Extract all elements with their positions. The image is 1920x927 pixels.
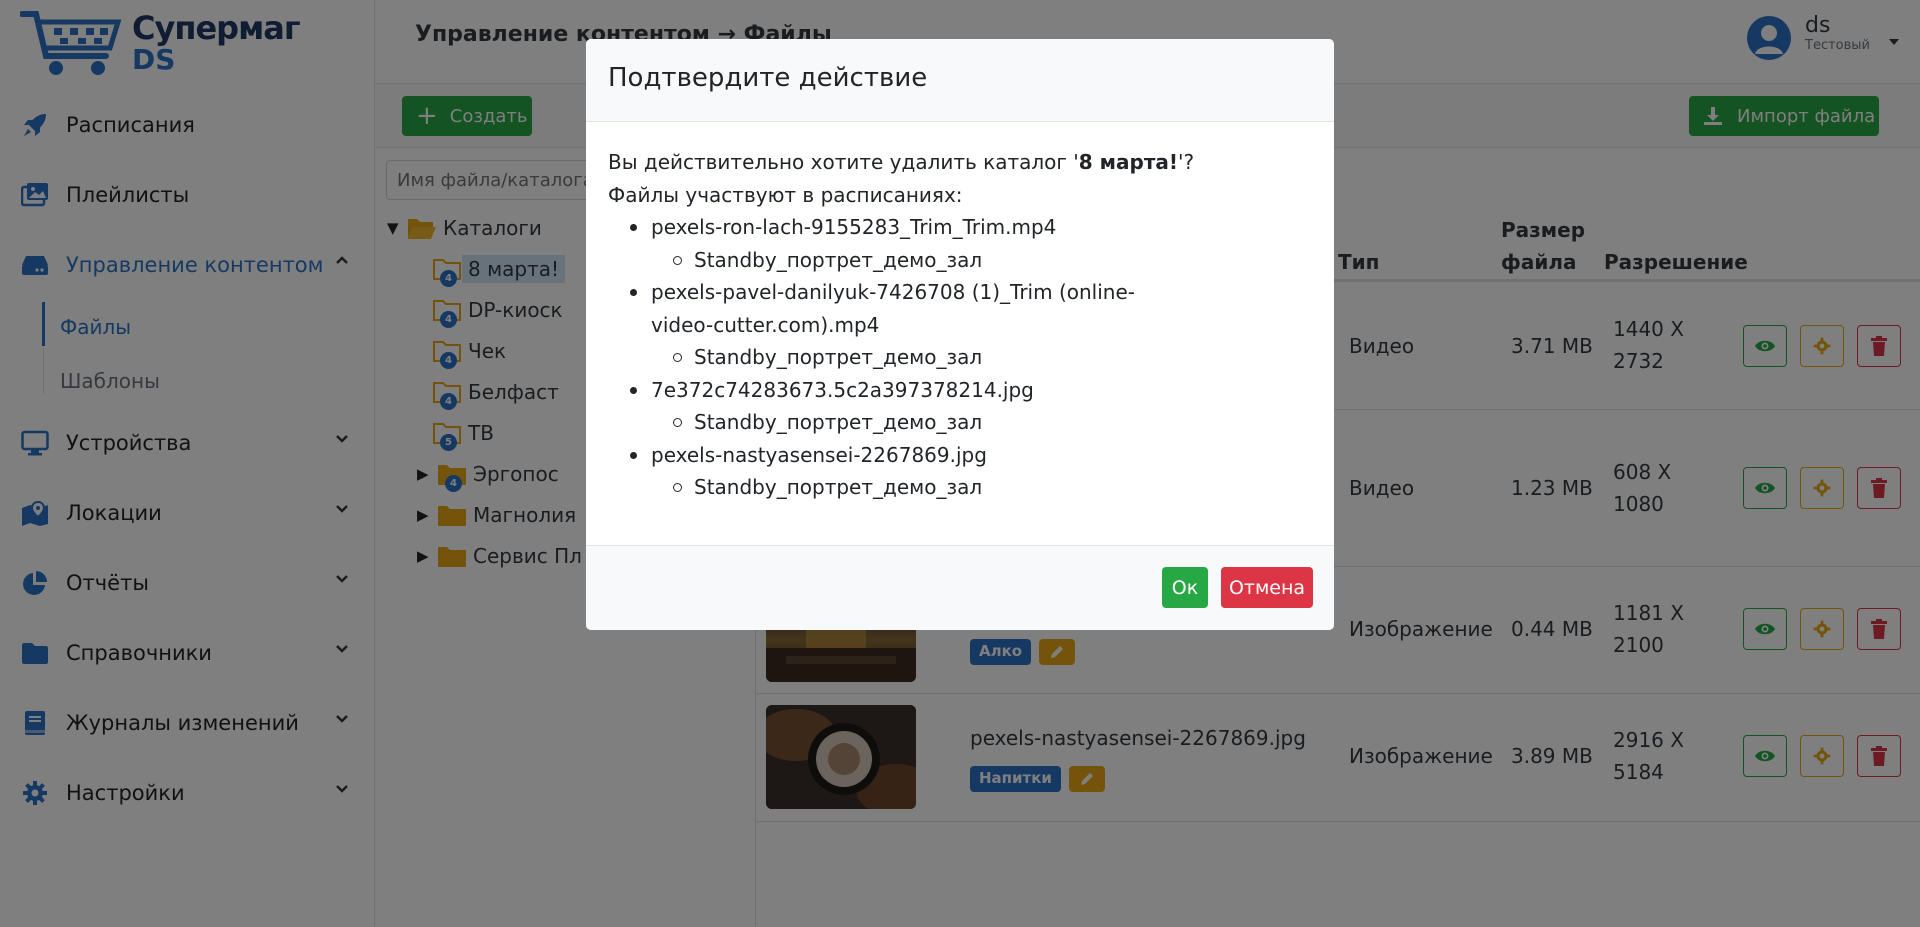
file-name: 7e372c74283673.5c2a397378214.jpg	[651, 377, 1034, 402]
dialog-footer: Ок Отмена	[586, 545, 1334, 630]
catalog-name: 8 марта!	[1078, 150, 1179, 174]
list-item: 7e372c74283673.5c2a397378214.jpg Standby…	[630, 374, 1312, 439]
file-name: pexels-ron-lach-9155283_Trim_Trim.mp4	[651, 215, 1057, 239]
schedule-item: Standby_портрет_демо_зал	[673, 471, 1312, 504]
dialog-title: Подтвердите действие	[586, 39, 1334, 122]
list-item: pexels-nastyasensei-2267869.jpg Standby_…	[630, 439, 1312, 504]
ok-button[interactable]: Ок	[1162, 567, 1208, 608]
list-item: pexels-ron-lach-9155283_Trim_Trim.mp4 St…	[630, 211, 1312, 276]
cancel-button[interactable]: Отмена	[1221, 567, 1313, 608]
schedule-item: Standby_портрет_демо_зал	[673, 341, 1192, 374]
question-suffix: '?	[1178, 150, 1195, 174]
dialog-subtitle: Файлы участвуют в расписаниях:	[608, 182, 963, 207]
list-item: pexels-pavel-danilyuk-7426708 (1)_Trim (…	[630, 276, 1312, 374]
schedule-item: Standby_портрет_демо_зал	[673, 406, 1312, 439]
dialog-body: Вы действительно хотите удалить каталог …	[586, 122, 1334, 504]
file-name: pexels-pavel-danilyuk-7426708 (1)_Trim (…	[651, 280, 1135, 337]
file-name: pexels-nastyasensei-2267869.jpg	[651, 442, 987, 467]
question-prefix: Вы действительно хотите удалить каталог …	[608, 150, 1079, 174]
schedule-item: Standby_портрет_демо_зал	[673, 244, 1312, 277]
file-list: pexels-ron-lach-9155283_Trim_Trim.mp4 St…	[630, 211, 1312, 504]
confirm-dialog: Подтвердите действие Вы действительно хо…	[586, 39, 1334, 630]
dialog-question: Вы действительно хотите удалить каталог …	[608, 146, 1312, 179]
